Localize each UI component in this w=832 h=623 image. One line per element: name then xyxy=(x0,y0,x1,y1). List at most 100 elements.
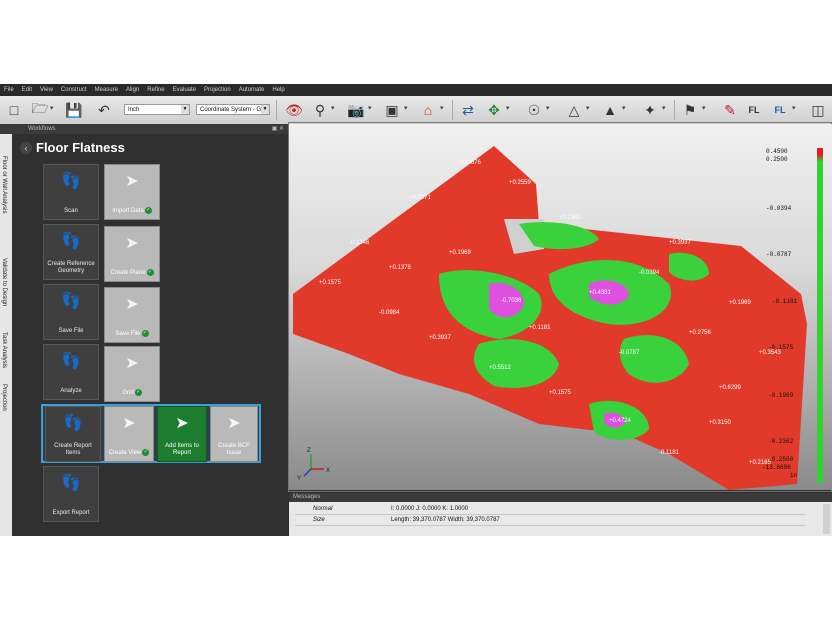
running-person-icon: ➤ xyxy=(175,415,189,432)
substep-label: Add Items to Report xyxy=(165,443,199,456)
panel-toggle-icon[interactable]: ◫ xyxy=(808,100,828,120)
substep-create-bcf-issue[interactable]: ➤ Create BCF Issue xyxy=(210,406,258,462)
workflow-side-tabs: Floor or Wall Analysis Validate to Desig… xyxy=(0,134,12,536)
units-select[interactable]: Inch ▼ xyxy=(124,104,190,115)
cube-view-icon[interactable]: ▣ xyxy=(382,100,402,120)
probe-point-icon[interactable]: ☉ xyxy=(524,100,544,120)
camera-dropdown-icon[interactable]: ▾ xyxy=(368,104,372,112)
toolbar-divider xyxy=(452,100,453,120)
report-dropdown-icon[interactable]: ▾ xyxy=(702,104,706,112)
save-icon[interactable]: 💾 xyxy=(64,100,84,120)
report-flag-icon[interactable]: ⚑ xyxy=(680,100,700,120)
floor-flatness-icon[interactable]: FL xyxy=(770,100,790,120)
tab-projection[interactable]: Projection xyxy=(1,384,7,411)
step-export-report[interactable]: 👣 Export Report xyxy=(43,466,99,522)
property-row: Size Length: 39,370.0787 Width: 39,370.0… xyxy=(295,515,805,526)
property-key: Normal xyxy=(313,506,333,512)
messages-scrollbar[interactable] xyxy=(823,504,830,534)
step-save-file[interactable]: 👣 Save File xyxy=(43,284,99,340)
open-dropdown-icon[interactable]: ▾ xyxy=(50,104,54,112)
point-cloud-render: +0.2676 +0.3071 -0.1346 +0.1575 -0.0984 … xyxy=(293,146,807,490)
step-create-report-items[interactable]: 👣 Create Report Items xyxy=(45,406,101,462)
open-folder-icon[interactable]: 🗁 xyxy=(30,100,50,120)
axis-y-label: Y xyxy=(297,476,301,482)
probe-icon[interactable]: ⚲ xyxy=(310,100,330,120)
footsteps-icon: 👣 xyxy=(61,293,81,310)
house-dropdown-icon[interactable]: ▾ xyxy=(440,104,444,112)
step-label: Create Report Items xyxy=(54,443,92,456)
legend-upper: 0.2500 xyxy=(766,156,788,163)
substep-save-file[interactable]: ➤ Save File ✓ xyxy=(104,287,160,343)
substep-add-items-to-report[interactable]: ➤ Add Items to Report xyxy=(157,406,207,462)
menu-help[interactable]: Help xyxy=(272,87,284,93)
point-dropdown-icon[interactable]: ▾ xyxy=(546,104,550,112)
running-person-icon: ➤ xyxy=(125,355,139,372)
point-label: +0.4724 xyxy=(609,418,632,424)
menu-view[interactable]: View xyxy=(40,87,53,93)
legend-tick: -0.1969 xyxy=(768,392,794,399)
checkmark-icon: ✓ xyxy=(144,206,152,214)
checkmark-icon: ✓ xyxy=(141,329,149,337)
probe-dropdown-icon[interactable]: ▾ xyxy=(331,104,335,112)
plane-dropdown-icon[interactable]: ▾ xyxy=(586,104,590,112)
tab-floor-wall-analysis[interactable]: Floor or Wall Analysis xyxy=(1,156,7,213)
footsteps-icon: 👣 xyxy=(61,173,81,190)
flatness-icon[interactable]: ✎ xyxy=(720,100,740,120)
menu-evaluate[interactable]: Evaluate xyxy=(173,87,196,93)
tab-validate-to-design[interactable]: Validate to Design xyxy=(1,258,7,306)
running-person-icon: ➤ xyxy=(122,415,136,432)
menu-projection[interactable]: Projection xyxy=(204,87,231,93)
substep-import-data[interactable]: ➤ Import Data ✓ xyxy=(104,164,160,220)
3d-viewport[interactable]: +0.2676 +0.3071 -0.1346 +0.1575 -0.0984 … xyxy=(289,124,832,490)
menu-measure[interactable]: Measure xyxy=(95,87,118,93)
menu-edit[interactable]: Edit xyxy=(22,87,32,93)
construct-icon[interactable]: ▲ xyxy=(600,100,620,120)
menu-construct[interactable]: Construct xyxy=(61,87,87,93)
point-label: -0.1346 xyxy=(349,240,370,246)
step-create-reference-geometry[interactable]: 👣 Create Reference Geometry xyxy=(43,224,99,280)
menu-automate[interactable]: Automate xyxy=(239,87,265,93)
step-scan[interactable]: 👣 Scan xyxy=(43,164,99,220)
house-view-icon[interactable]: ⌂ xyxy=(418,100,438,120)
view-dropdown-icon[interactable]: ▾ xyxy=(404,104,408,112)
undo-icon[interactable]: ↶ xyxy=(94,100,114,120)
tab-task-analysis[interactable]: Task Analysis xyxy=(1,332,7,368)
construct-dropdown-icon[interactable]: ▾ xyxy=(622,104,626,112)
coordinate-system-select[interactable]: Coordinate System - Gric ▼ xyxy=(196,104,270,115)
footsteps-icon: 👣 xyxy=(61,475,81,492)
substep-create-plane[interactable]: ➤ Create Plane ✓ xyxy=(104,226,160,282)
messages-panel-header: Messages xyxy=(289,493,832,502)
toolbar-divider xyxy=(674,100,675,120)
checkmark-icon: ✓ xyxy=(142,448,150,456)
axis-z-label: Z xyxy=(307,448,311,454)
footsteps-icon: 👣 xyxy=(61,353,81,370)
transform-dropdown-icon[interactable]: ▾ xyxy=(506,104,510,112)
fl-dropdown-icon[interactable]: ▾ xyxy=(792,104,796,112)
back-arrow-icon[interactable]: ‹ xyxy=(20,142,32,154)
substep-create-view[interactable]: ➤ Create View ✓ xyxy=(104,406,154,462)
transform-icon[interactable]: ✥ xyxy=(484,100,504,120)
close-icon[interactable]: ▣ ✕ xyxy=(272,124,284,134)
hide-eye-icon[interactable]: 👁 xyxy=(284,100,304,120)
menu-refine[interactable]: Refine xyxy=(147,87,164,93)
floor-levelness-icon[interactable]: FL xyxy=(744,100,764,120)
align-icon[interactable]: ⇄ xyxy=(458,100,478,120)
substep-grid[interactable]: ➤ Grid ✓ xyxy=(104,346,160,402)
new-file-icon[interactable]: □ xyxy=(4,100,24,120)
menu-align[interactable]: Align xyxy=(126,87,139,93)
point-label: +0.1969 xyxy=(729,300,752,306)
workflow-title: Floor Flatness xyxy=(36,140,125,155)
legend-tick: -0.0394 xyxy=(766,205,792,212)
menu-bar: File Edit View Construct Measure Align R… xyxy=(0,84,832,96)
menu-file[interactable]: File xyxy=(4,87,14,93)
step-analyze[interactable]: 👣 Analyze xyxy=(43,344,99,400)
units-value: Inch xyxy=(128,107,140,113)
scatter-dropdown-icon[interactable]: ▾ xyxy=(662,104,666,112)
point-label: -0.7036 xyxy=(501,298,522,304)
point-label: +0.6299 xyxy=(719,385,742,391)
scatter-icon[interactable]: ✦ xyxy=(640,100,660,120)
add-plane-icon[interactable]: △ xyxy=(564,100,584,120)
point-label: +0.2676 xyxy=(459,160,482,166)
substep-label: Create Plane ✓ xyxy=(110,268,154,276)
camera-icon[interactable]: 📷 xyxy=(346,100,366,120)
